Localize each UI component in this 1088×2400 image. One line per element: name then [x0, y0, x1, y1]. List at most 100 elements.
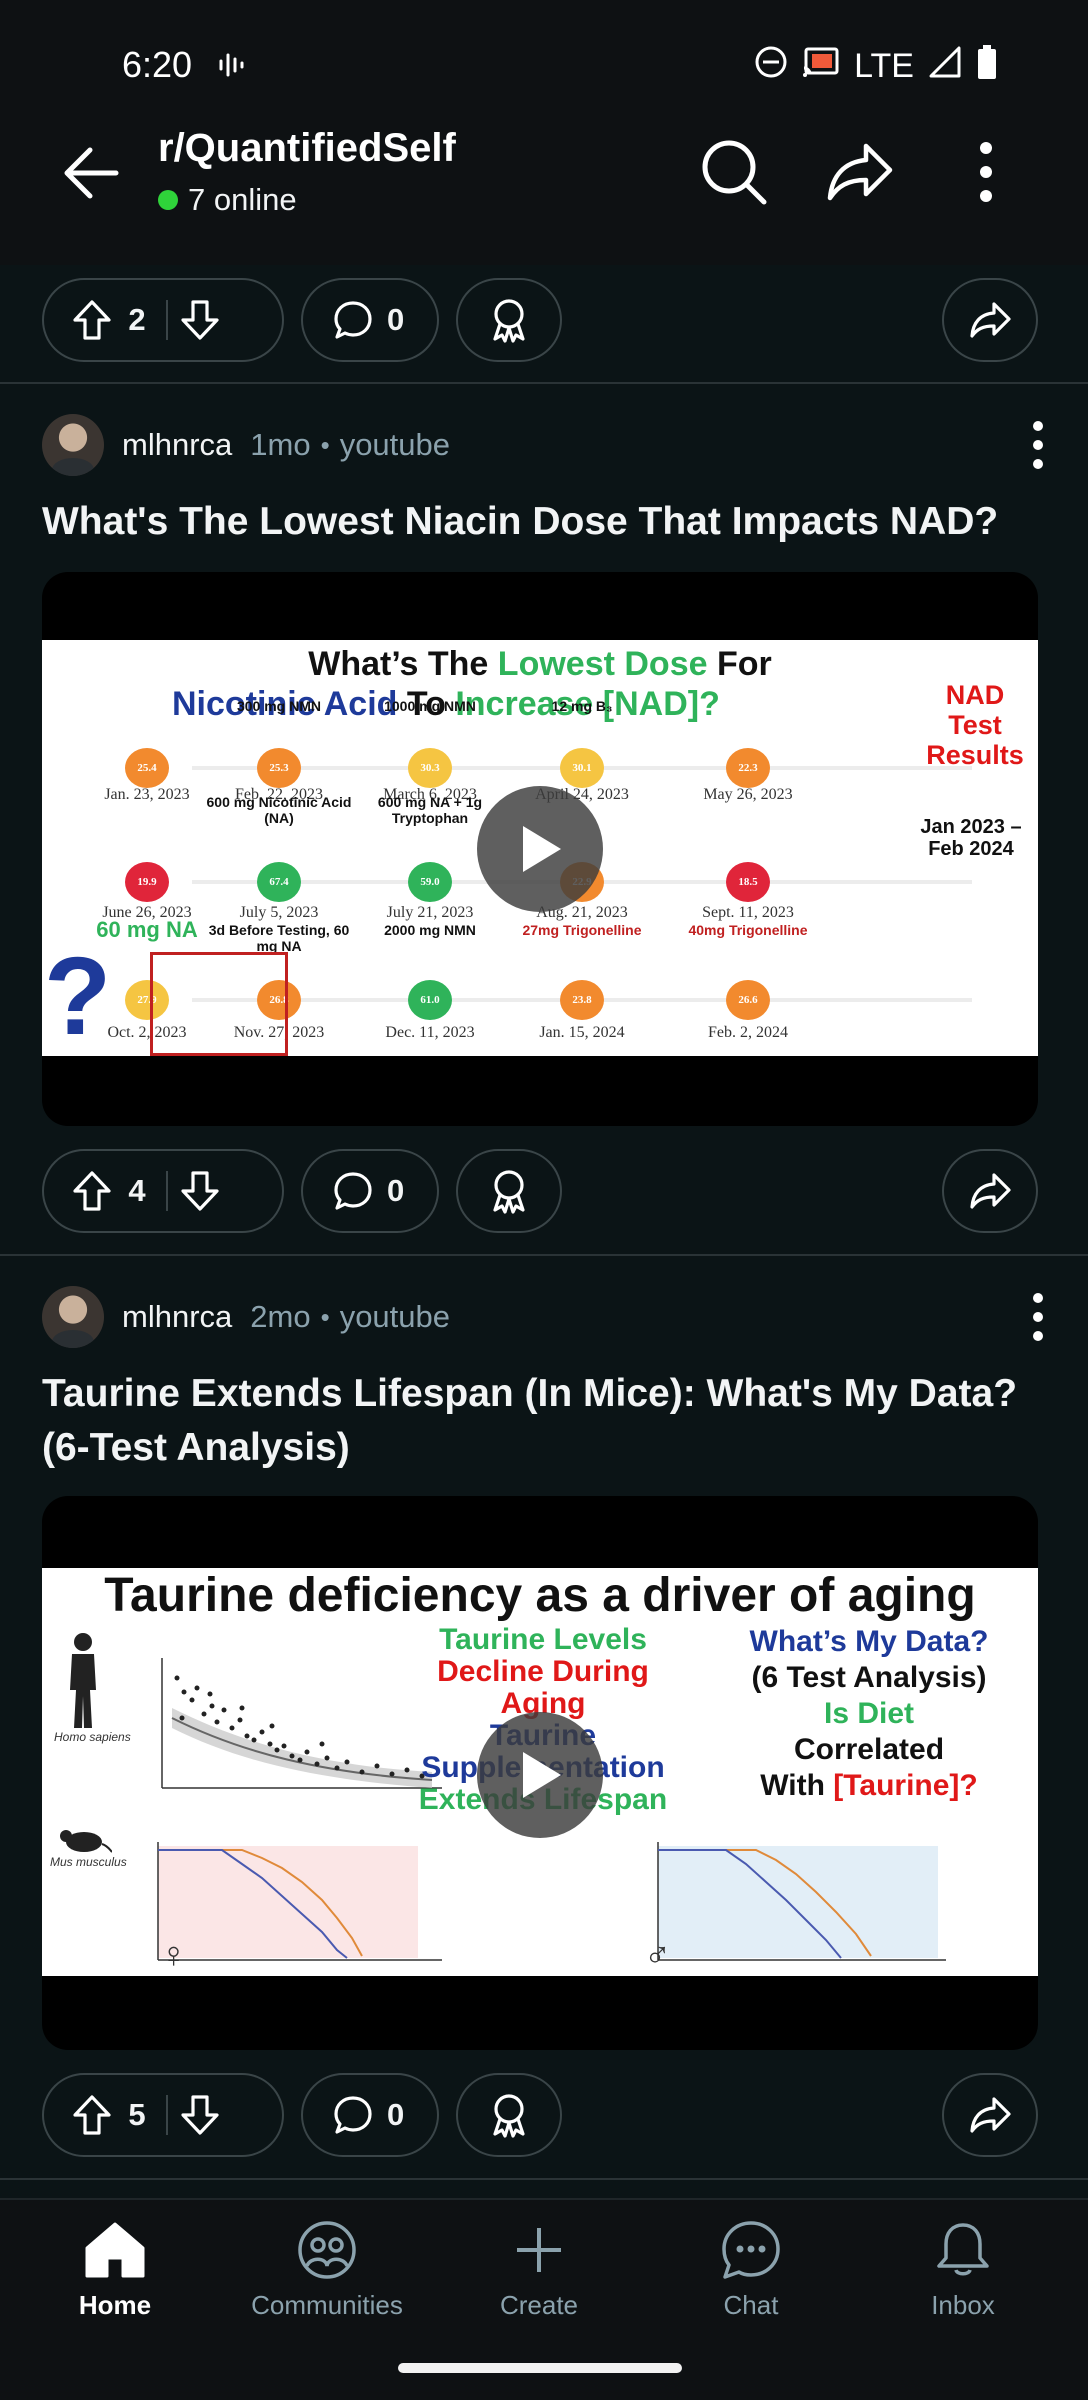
- post-action-bar: 4 0: [0, 1149, 1088, 1239]
- scatter-point: [314, 1761, 320, 1767]
- share-button[interactable]: [942, 2073, 1038, 2157]
- scatter-point: [404, 1767, 410, 1773]
- post-source: youtube: [339, 427, 451, 462]
- nav-home[interactable]: Home: [25, 2220, 205, 2321]
- nav-label: Inbox: [931, 2290, 995, 2320]
- vote-separator: [166, 1171, 168, 1211]
- post-age: 2mo: [250, 1299, 311, 1334]
- signal-icon: [928, 45, 962, 88]
- scatter-point: [269, 1723, 275, 1729]
- nav-chat[interactable]: Chat: [661, 2220, 841, 2321]
- mouse-silhouette-icon: [60, 1830, 112, 1853]
- status-icons: LTE: [754, 44, 998, 89]
- chat-icon: [722, 2221, 780, 2279]
- nad-value-bubble: 22.3: [726, 748, 770, 788]
- nad-dose-label: 600 mg Nicotinic Acid (NA): [206, 794, 352, 826]
- post-action-bar: 5 0: [0, 2073, 1088, 2163]
- thumb-highlight-box: [150, 952, 288, 1056]
- award-button[interactable]: [456, 1149, 562, 1233]
- vote-count: 4: [128, 1173, 146, 1208]
- nad-dose-label: 1000 mg NMN: [384, 698, 476, 714]
- scatter-plot-graphic: [161, 1658, 442, 1789]
- online-text: 7 online: [188, 182, 297, 217]
- nad-test-date: Sept. 11, 2023: [702, 904, 794, 921]
- meta-separator: •: [320, 429, 330, 460]
- video-player[interactable]: Taurine deficiency as a driver of aging …: [42, 1496, 1038, 2050]
- nad-value-bubble: 30.1: [560, 748, 604, 788]
- nav-label: Create: [499, 2290, 579, 2320]
- male-symbol: ♂: [644, 1934, 671, 1975]
- play-button[interactable]: [477, 1712, 603, 1838]
- more-options-button[interactable]: [948, 134, 1024, 210]
- nad-test-date: July 21, 2023: [386, 904, 474, 921]
- status-time: 6:20: [122, 44, 193, 85]
- author-name[interactable]: mlhnrca: [122, 427, 232, 463]
- nav-create[interactable]: Create: [449, 2220, 629, 2321]
- thumb-headline: Taurine deficiency as a driver of aging: [104, 1569, 976, 1622]
- nad-test-date: Feb. 2, 2024: [708, 1024, 788, 1041]
- nad-value-bubble: 23.8: [560, 980, 604, 1020]
- upvote-button[interactable]: [72, 1170, 112, 1212]
- nad-value-bubble: 59.0: [408, 862, 452, 902]
- more-vertical-icon: [1033, 1293, 1043, 1341]
- comment-count: 0: [387, 1173, 405, 1208]
- avatar[interactable]: [42, 414, 104, 476]
- share-subreddit-button[interactable]: [822, 134, 898, 210]
- comments-button[interactable]: 0: [301, 1149, 439, 1233]
- comments-button[interactable]: 0: [301, 278, 439, 362]
- post-title[interactable]: Taurine Extends Lifespan (In Mice): What…: [42, 1367, 1052, 1475]
- search-icon: [702, 140, 767, 205]
- nad-value-bubble: 30.3: [408, 748, 452, 788]
- award-button[interactable]: [456, 278, 562, 362]
- share-button[interactable]: [942, 278, 1038, 362]
- scatter-point: [189, 1697, 195, 1703]
- scatter-point: [334, 1765, 340, 1771]
- comments-button[interactable]: 0: [301, 2073, 439, 2157]
- scatter-point: [267, 1741, 273, 1747]
- nav-communities[interactable]: Communities: [237, 2220, 417, 2321]
- downvote-button[interactable]: [180, 1170, 220, 1212]
- play-button[interactable]: [477, 786, 603, 912]
- post-source: youtube: [339, 1299, 451, 1334]
- vote-separator: [166, 300, 168, 340]
- post-meta: mlhnrca 2mo • youtube: [42, 1286, 450, 1348]
- plus-icon: [517, 2228, 561, 2272]
- nav-inbox[interactable]: Inbox: [873, 2220, 1053, 2321]
- scatter-point: [201, 1711, 207, 1717]
- avatar[interactable]: [42, 1286, 104, 1348]
- scatter-point: [179, 1715, 185, 1721]
- communities-icon: [298, 2221, 356, 2279]
- nad-value-bubble: 26.6: [726, 980, 770, 1020]
- online-dot-icon: [158, 190, 178, 210]
- arrow-up-icon: [73, 300, 111, 340]
- nad-dose-label: 2000 mg NMN: [384, 922, 476, 938]
- scatter-point: [274, 1747, 280, 1753]
- nad-value-bubble: 25.4: [125, 748, 169, 788]
- post-action-bar: 2 0: [0, 278, 1088, 368]
- post-options-button[interactable]: [1018, 414, 1058, 476]
- author-name[interactable]: mlhnrca: [122, 1299, 232, 1335]
- scatter-point: [289, 1753, 295, 1759]
- comment-icon: [334, 1172, 372, 1210]
- vote-separator: [166, 2095, 168, 2135]
- comment-count: 0: [387, 2097, 405, 2132]
- scatter-point: [251, 1737, 257, 1743]
- subreddit-title[interactable]: r/QuantifiedSelf: [158, 126, 456, 171]
- scatter-point: [174, 1675, 180, 1681]
- video-player[interactable]: What’s The Lowest Dose For Nicotinic Aci…: [42, 572, 1038, 1126]
- upvote-button[interactable]: [72, 2094, 112, 2136]
- post-meta: mlhnrca 1mo • youtube: [42, 414, 450, 476]
- award-button[interactable]: [456, 2073, 562, 2157]
- back-button[interactable]: [58, 138, 128, 208]
- nad-value-bubble: 25.3: [257, 748, 301, 788]
- downvote-button[interactable]: [180, 2094, 220, 2136]
- upvote-button[interactable]: [72, 299, 112, 341]
- share-button[interactable]: [942, 1149, 1038, 1233]
- post-title[interactable]: What's The Lowest Niacin Dose That Impac…: [42, 495, 1052, 549]
- search-button[interactable]: [696, 134, 772, 210]
- play-icon: [523, 826, 561, 872]
- downvote-button[interactable]: [180, 299, 220, 341]
- species-label: Homo sapiens: [54, 1730, 131, 1744]
- scatter-point: [244, 1733, 250, 1739]
- post-options-button[interactable]: [1018, 1286, 1058, 1348]
